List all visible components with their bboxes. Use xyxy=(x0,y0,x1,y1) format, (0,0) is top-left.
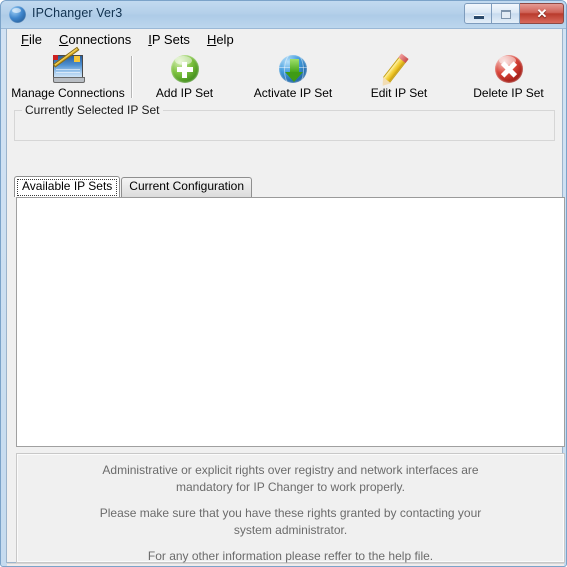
window-controls: ✕ xyxy=(464,3,564,24)
menu-help-label: elp xyxy=(216,32,234,47)
tab-strip: Available IP Sets Current Configuration xyxy=(14,176,253,197)
app-globe-icon xyxy=(9,6,26,23)
info-line-1: Administrative or explicit rights over r… xyxy=(102,463,479,477)
maximize-icon xyxy=(501,10,511,19)
info-line-4: system administrator. xyxy=(233,523,348,537)
info-line-2: mandatory for IP Changer to work properl… xyxy=(176,480,405,494)
toolbar-label-activate-ip-set: Activate IP Set xyxy=(253,86,333,100)
tab-available-ip-sets[interactable]: Available IP Sets xyxy=(14,176,121,197)
menu-help[interactable]: Help xyxy=(199,30,243,49)
maximize-button[interactable] xyxy=(492,3,520,24)
red-x-icon xyxy=(493,53,525,85)
toolbar-button-delete-ip-set[interactable]: Delete IP Set xyxy=(459,53,558,100)
info-line-3: Please make sure that you have these rig… xyxy=(99,506,482,520)
ip-sets-list[interactable] xyxy=(16,197,565,447)
status-bar: IP Changer Ver3 xyxy=(7,563,564,566)
menu-file-label: ile xyxy=(28,32,42,47)
toolbar-separator xyxy=(131,56,133,98)
monitor-pencil-icon xyxy=(52,46,85,85)
menu-file[interactable]: File xyxy=(13,30,51,49)
toolbar: Manage Connections Add IP Set Activate I… xyxy=(7,46,562,106)
toolbar-button-edit-ip-set[interactable]: Edit IP Set xyxy=(355,53,443,100)
toolbar-button-activate-ip-set[interactable]: Activate IP Set xyxy=(239,53,347,100)
toolbar-label-delete-ip-set: Delete IP Set xyxy=(473,86,544,100)
menu-ip-sets-label: P Sets xyxy=(151,32,190,47)
tab-current-configuration-label: Current Configuration xyxy=(129,179,245,193)
menu-help-accel: H xyxy=(206,32,217,47)
currently-selected-ip-set-group: Currently Selected IP Set xyxy=(14,103,555,141)
menu-file-accel: F xyxy=(21,32,29,47)
tab-current-configuration[interactable]: Current Configuration xyxy=(121,177,253,197)
toolbar-label-edit-ip-set: Edit IP Set xyxy=(370,86,428,100)
window-title: IPChanger Ver3 xyxy=(32,6,123,20)
client-area: File Connections IP Sets Help Manage Con… xyxy=(6,29,565,566)
group-title-currently-selected: Currently Selected IP Set xyxy=(22,103,163,117)
toolbar-button-manage-connections[interactable]: Manage Connections xyxy=(9,46,127,100)
pencil-icon xyxy=(383,53,415,85)
menu-connections-accel: C xyxy=(58,32,69,47)
menu-connections[interactable]: Connections xyxy=(51,30,140,49)
minimize-icon xyxy=(474,16,484,19)
info-panel: Administrative or explicit rights over r… xyxy=(16,453,565,563)
title-bar[interactable]: IPChanger Ver3 ✕ xyxy=(1,1,566,29)
minimize-button[interactable] xyxy=(464,3,492,24)
tab-available-ip-sets-label: Available IP Sets xyxy=(22,179,113,193)
menu-bar: File Connections IP Sets Help xyxy=(7,29,562,50)
info-spacer-2 xyxy=(17,539,564,548)
close-button[interactable]: ✕ xyxy=(520,3,564,24)
close-icon: ✕ xyxy=(536,6,548,21)
toolbar-label-add-ip-set: Add IP Set xyxy=(155,86,214,100)
toolbar-label-manage-connections: Manage Connections xyxy=(11,86,125,100)
application-window: IPChanger Ver3 ✕ File Connections IP Set… xyxy=(0,0,567,567)
menu-connections-label: onnections xyxy=(68,32,132,47)
toolbar-button-add-ip-set[interactable]: Add IP Set xyxy=(139,53,230,100)
globe-down-arrow-icon xyxy=(277,53,309,85)
menu-ip-sets[interactable]: IP Sets xyxy=(140,30,199,49)
green-plus-icon xyxy=(169,53,201,85)
